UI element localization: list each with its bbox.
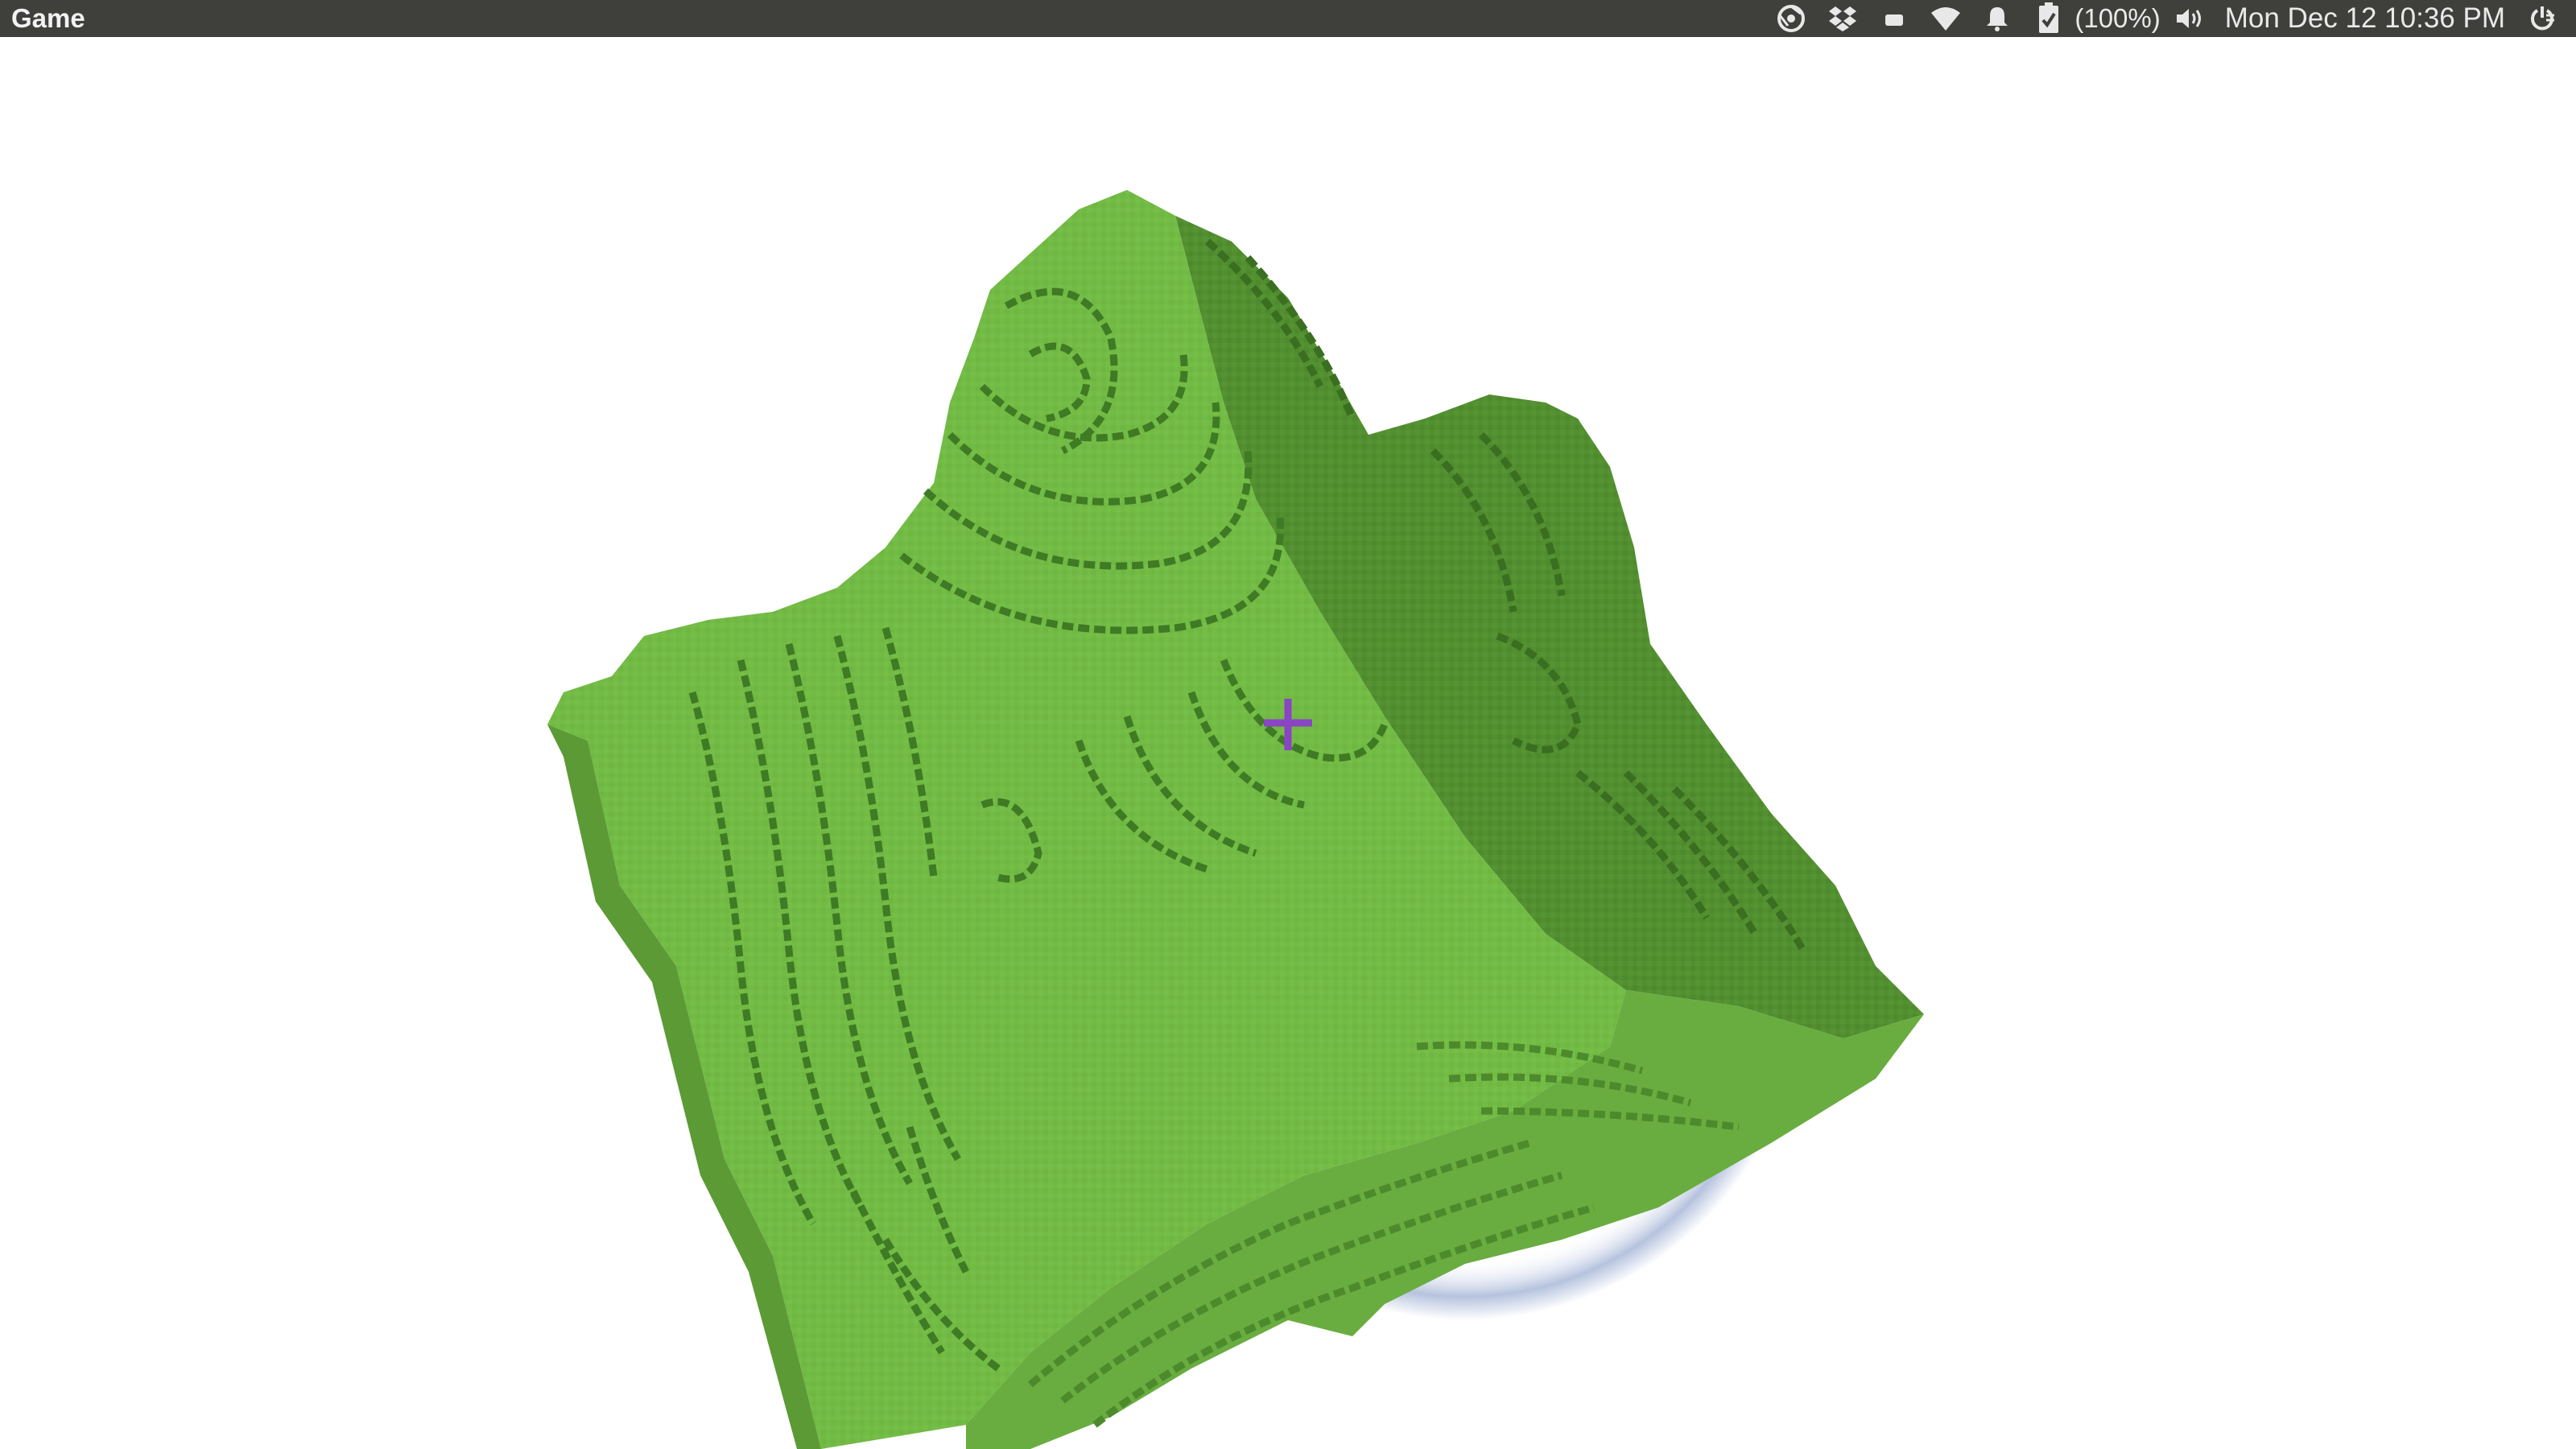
- app-title: Game: [11, 3, 85, 33]
- battery-percent: (100%): [2074, 3, 2161, 33]
- system-top-bar: Game (100%) Mon Dec 12 10:36 PM: [0, 0, 2576, 37]
- wifi-icon[interactable]: [1928, 2, 1963, 35]
- notification-bell-icon[interactable]: [1979, 2, 2015, 35]
- keyboard-icon[interactable]: [1876, 2, 1912, 35]
- power-icon[interactable]: [2524, 2, 2560, 35]
- dropbox-icon[interactable]: [1825, 2, 1860, 35]
- system-tray: (100%) Mon Dec 12 10:36 PM: [1765, 0, 2568, 37]
- game-viewport[interactable]: [0, 37, 2576, 1449]
- battery-icon[interactable]: [2031, 2, 2066, 35]
- volume-icon[interactable]: [2174, 2, 2209, 35]
- chrome-icon[interactable]: [1773, 2, 1809, 35]
- clock[interactable]: Mon Dec 12 10:36 PM: [2225, 2, 2505, 35]
- game-scene: [547, 190, 1924, 1449]
